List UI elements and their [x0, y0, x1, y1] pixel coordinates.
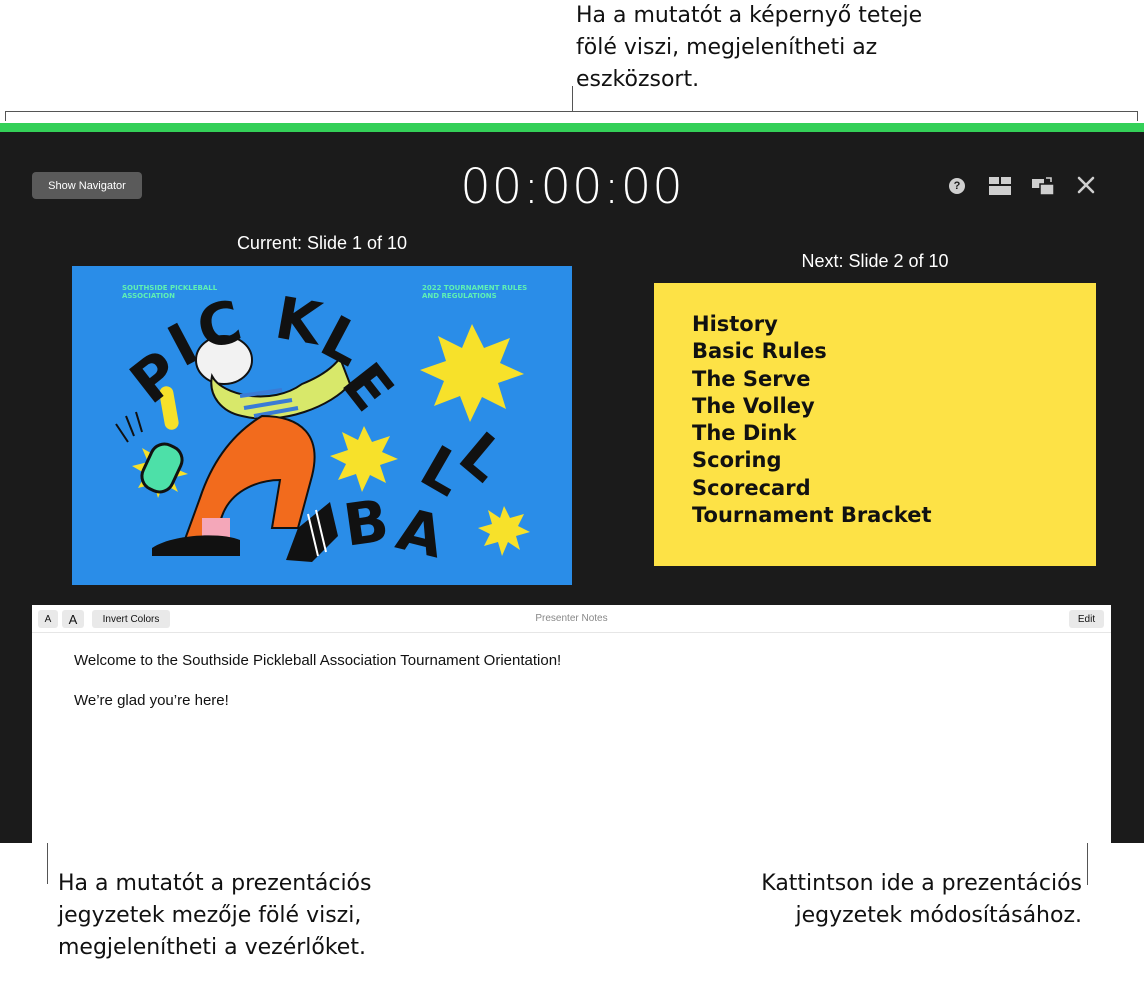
- list-item: Basic Rules: [692, 339, 827, 364]
- layout-icon[interactable]: [989, 177, 1011, 195]
- notes-title: Presenter Notes: [535, 613, 608, 624]
- notes-line: Welcome to the Southside Pickleball Asso…: [74, 652, 562, 669]
- list-item: The Serve: [692, 366, 811, 391]
- list-item: The Volley: [692, 393, 815, 418]
- show-navigator-button[interactable]: Show Navigator: [32, 172, 142, 199]
- bracket-left-end: [5, 111, 6, 121]
- presenter-display: Show Navigator 00:00:00 ? Current: Slide…: [0, 123, 1144, 843]
- presentation-timer[interactable]: 00:00:00: [420, 159, 724, 215]
- list-item: Scoring: [692, 448, 782, 473]
- help-icon[interactable]: ?: [949, 178, 965, 194]
- presenter-notes-panel[interactable]: A A Invert Colors Presenter Notes Edit W…: [32, 605, 1111, 843]
- bracket-right-end: [1137, 111, 1138, 121]
- next-slide-label: Next: Slide 2 of 10: [801, 251, 949, 271]
- notes-line: We’re glad you’re here!: [74, 692, 229, 709]
- list-item: Tournament Bracket: [692, 503, 932, 528]
- edit-notes-callout: Kattintson ide a prezentációs jegyzetek …: [761, 871, 1082, 928]
- edit-notes-button[interactable]: Edit: [1069, 610, 1104, 628]
- notes-text[interactable]: Welcome to the Southside Pickleball Asso…: [74, 651, 561, 731]
- next-slide-agenda: History Basic Rules The Serve The Volley…: [692, 311, 931, 529]
- slide-letter-b: B: [339, 486, 393, 560]
- toolbar-hover-zone[interactable]: [0, 123, 1144, 132]
- list-item: The Dink: [692, 421, 797, 446]
- toolbar-callout: Ha a mutatót a képernyő teteje fölé visz…: [576, 3, 923, 92]
- toolbar-callout-leader: [572, 86, 573, 111]
- list-item: Scorecard: [692, 475, 811, 500]
- list-item: History: [692, 312, 778, 336]
- current-slide-label: Current: Slide 1 of 10: [236, 233, 408, 253]
- next-slide: History Basic Rules The Serve The Volley…: [654, 283, 1096, 566]
- notes-toolbar: A A Invert Colors Presenter Notes Edit: [32, 605, 1111, 633]
- current-slide: SOUTHSIDE PICKLEBALL ASSOCIATION 2022 TO…: [72, 266, 572, 585]
- close-icon[interactable]: [1077, 176, 1095, 194]
- notes-controls-callout: Ha a mutatót a prezentációs jegyzetek me…: [58, 871, 372, 960]
- toolbar-callout-bracket: [5, 111, 1138, 112]
- swap-displays-icon[interactable]: [1032, 177, 1054, 195]
